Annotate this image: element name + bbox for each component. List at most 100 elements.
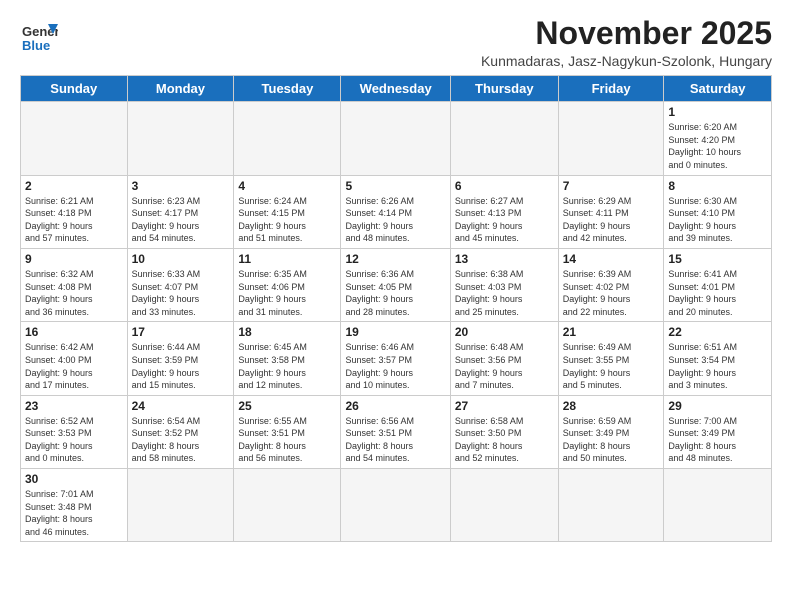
day-info: Sunrise: 6:26 AM Sunset: 4:14 PM Dayligh…	[345, 195, 445, 245]
day-info: Sunrise: 6:46 AM Sunset: 3:57 PM Dayligh…	[345, 341, 445, 391]
day-info: Sunrise: 6:21 AM Sunset: 4:18 PM Dayligh…	[25, 195, 123, 245]
calendar-day-cell	[558, 469, 664, 542]
day-info: Sunrise: 6:20 AM Sunset: 4:20 PM Dayligh…	[668, 121, 767, 171]
calendar-week-row: 16 Sunrise: 6:42 AM Sunset: 4:00 PM Dayli…	[21, 322, 772, 395]
day-number: 1	[668, 105, 767, 119]
day-number: 26	[345, 399, 445, 413]
day-info: Sunrise: 6:24 AM Sunset: 4:15 PM Dayligh…	[238, 195, 336, 245]
calendar-week-row: 30 Sunrise: 7:01 AM Sunset: 3:48 PM Dayli…	[21, 469, 772, 542]
calendar-day-cell: 17 Sunrise: 6:44 AM Sunset: 3:59 PM Dayli…	[127, 322, 234, 395]
day-number: 4	[238, 179, 336, 193]
day-info: Sunrise: 6:52 AM Sunset: 3:53 PM Dayligh…	[25, 415, 123, 465]
day-number: 30	[25, 472, 123, 486]
title-area: November 2025 Kunmadaras, Jasz-Nagykun-S…	[481, 16, 772, 69]
calendar-day-cell: 25Sunrise: 6:55 AM Sunset: 3:51 PM Dayli…	[234, 395, 341, 468]
day-info: Sunrise: 6:32 AM Sunset: 4:08 PM Dayligh…	[25, 268, 123, 318]
calendar-day-cell: 16 Sunrise: 6:42 AM Sunset: 4:00 PM Dayli…	[21, 322, 128, 395]
day-number: 21	[563, 325, 660, 339]
calendar-day-cell	[21, 102, 128, 175]
day-number: 5	[345, 179, 445, 193]
calendar-day-cell: 24 Sunrise: 6:54 AM Sunset: 3:52 PM Dayli…	[127, 395, 234, 468]
col-friday: Friday	[558, 76, 664, 102]
col-sunday: Sunday	[21, 76, 128, 102]
day-number: 14	[563, 252, 660, 266]
day-number: 17	[132, 325, 230, 339]
calendar-day-cell: 6 Sunrise: 6:27 AM Sunset: 4:13 PM Daylig…	[450, 175, 558, 248]
calendar-day-cell: 27 Sunrise: 6:58 AM Sunset: 3:50 PM Dayli…	[450, 395, 558, 468]
calendar-day-cell: 5 Sunrise: 6:26 AM Sunset: 4:14 PM Daylig…	[341, 175, 450, 248]
header: General Blue November 2025 Kunmadaras, J…	[20, 16, 772, 69]
day-number: 22	[668, 325, 767, 339]
calendar-day-cell	[341, 102, 450, 175]
calendar-day-cell: 10 Sunrise: 6:33 AM Sunset: 4:07 PM Dayli…	[127, 248, 234, 321]
day-info: Sunrise: 6:44 AM Sunset: 3:59 PM Dayligh…	[132, 341, 230, 391]
calendar-day-cell: 15Sunrise: 6:41 AM Sunset: 4:01 PM Dayli…	[664, 248, 772, 321]
day-number: 18	[238, 325, 336, 339]
calendar-day-cell	[127, 469, 234, 542]
day-info: Sunrise: 6:54 AM Sunset: 3:52 PM Dayligh…	[132, 415, 230, 465]
col-thursday: Thursday	[450, 76, 558, 102]
calendar-day-cell	[341, 469, 450, 542]
day-info: Sunrise: 6:42 AM Sunset: 4:00 PM Dayligh…	[25, 341, 123, 391]
day-info: Sunrise: 6:39 AM Sunset: 4:02 PM Dayligh…	[563, 268, 660, 318]
calendar-day-cell	[127, 102, 234, 175]
day-info: Sunrise: 6:49 AM Sunset: 3:55 PM Dayligh…	[563, 341, 660, 391]
day-number: 9	[25, 252, 123, 266]
svg-text:Blue: Blue	[22, 38, 50, 53]
calendar-day-cell	[558, 102, 664, 175]
day-info: Sunrise: 6:29 AM Sunset: 4:11 PM Dayligh…	[563, 195, 660, 245]
day-info: Sunrise: 6:58 AM Sunset: 3:50 PM Dayligh…	[455, 415, 554, 465]
calendar-table: Sunday Monday Tuesday Wednesday Thursday…	[20, 75, 772, 542]
page: General Blue November 2025 Kunmadaras, J…	[0, 0, 792, 552]
day-info: Sunrise: 6:35 AM Sunset: 4:06 PM Dayligh…	[238, 268, 336, 318]
calendar-day-cell: 8 Sunrise: 6:30 AM Sunset: 4:10 PM Daylig…	[664, 175, 772, 248]
calendar-day-cell: 18 Sunrise: 6:45 AM Sunset: 3:58 PM Dayli…	[234, 322, 341, 395]
day-info: Sunrise: 6:33 AM Sunset: 4:07 PM Dayligh…	[132, 268, 230, 318]
day-number: 27	[455, 399, 554, 413]
subtitle: Kunmadaras, Jasz-Nagykun-Szolonk, Hungar…	[481, 53, 772, 69]
logo: General Blue	[20, 16, 58, 54]
day-info: Sunrise: 6:48 AM Sunset: 3:56 PM Dayligh…	[455, 341, 554, 391]
col-monday: Monday	[127, 76, 234, 102]
calendar-day-cell: 7 Sunrise: 6:29 AM Sunset: 4:11 PM Daylig…	[558, 175, 664, 248]
day-number: 16	[25, 325, 123, 339]
day-number: 7	[563, 179, 660, 193]
calendar-day-cell: 26Sunrise: 6:56 AM Sunset: 3:51 PM Dayli…	[341, 395, 450, 468]
generalblue-logo-icon: General Blue	[20, 16, 58, 54]
calendar-day-cell: 29Sunrise: 7:00 AM Sunset: 3:49 PM Dayli…	[664, 395, 772, 468]
day-number: 6	[455, 179, 554, 193]
day-info: Sunrise: 6:55 AM Sunset: 3:51 PM Dayligh…	[238, 415, 336, 465]
day-number: 24	[132, 399, 230, 413]
calendar-day-cell	[234, 469, 341, 542]
calendar-day-cell	[450, 469, 558, 542]
calendar-day-cell: 12 Sunrise: 6:36 AM Sunset: 4:05 PM Dayli…	[341, 248, 450, 321]
day-info: Sunrise: 6:51 AM Sunset: 3:54 PM Dayligh…	[668, 341, 767, 391]
day-info: Sunrise: 6:41 AM Sunset: 4:01 PM Dayligh…	[668, 268, 767, 318]
col-tuesday: Tuesday	[234, 76, 341, 102]
calendar-day-cell: 11Sunrise: 6:35 AM Sunset: 4:06 PM Dayli…	[234, 248, 341, 321]
calendar-header-row: Sunday Monday Tuesday Wednesday Thursday…	[21, 76, 772, 102]
day-number: 8	[668, 179, 767, 193]
day-number: 20	[455, 325, 554, 339]
calendar-week-row: 2Sunrise: 6:21 AM Sunset: 4:18 PM Daylig…	[21, 175, 772, 248]
calendar-day-cell: 20 Sunrise: 6:48 AM Sunset: 3:56 PM Dayli…	[450, 322, 558, 395]
day-number: 23	[25, 399, 123, 413]
calendar-day-cell: 23 Sunrise: 6:52 AM Sunset: 3:53 PM Dayli…	[21, 395, 128, 468]
day-number: 10	[132, 252, 230, 266]
day-info: Sunrise: 6:45 AM Sunset: 3:58 PM Dayligh…	[238, 341, 336, 391]
calendar-week-row: 1 Sunrise: 6:20 AM Sunset: 4:20 PM Daylig…	[21, 102, 772, 175]
day-info: Sunrise: 6:36 AM Sunset: 4:05 PM Dayligh…	[345, 268, 445, 318]
calendar-day-cell: 19Sunrise: 6:46 AM Sunset: 3:57 PM Dayli…	[341, 322, 450, 395]
day-info: Sunrise: 6:59 AM Sunset: 3:49 PM Dayligh…	[563, 415, 660, 465]
day-info: Sunrise: 6:30 AM Sunset: 4:10 PM Dayligh…	[668, 195, 767, 245]
calendar-day-cell: 21 Sunrise: 6:49 AM Sunset: 3:55 PM Dayli…	[558, 322, 664, 395]
day-info: Sunrise: 7:01 AM Sunset: 3:48 PM Dayligh…	[25, 488, 123, 538]
calendar-day-cell: 4 Sunrise: 6:24 AM Sunset: 4:15 PM Daylig…	[234, 175, 341, 248]
day-number: 12	[345, 252, 445, 266]
calendar-day-cell: 14 Sunrise: 6:39 AM Sunset: 4:02 PM Dayli…	[558, 248, 664, 321]
day-info: Sunrise: 6:27 AM Sunset: 4:13 PM Dayligh…	[455, 195, 554, 245]
calendar-day-cell: 30 Sunrise: 7:01 AM Sunset: 3:48 PM Dayli…	[21, 469, 128, 542]
calendar-day-cell: 28Sunrise: 6:59 AM Sunset: 3:49 PM Dayli…	[558, 395, 664, 468]
col-wednesday: Wednesday	[341, 76, 450, 102]
calendar-day-cell: 22 Sunrise: 6:51 AM Sunset: 3:54 PM Dayli…	[664, 322, 772, 395]
